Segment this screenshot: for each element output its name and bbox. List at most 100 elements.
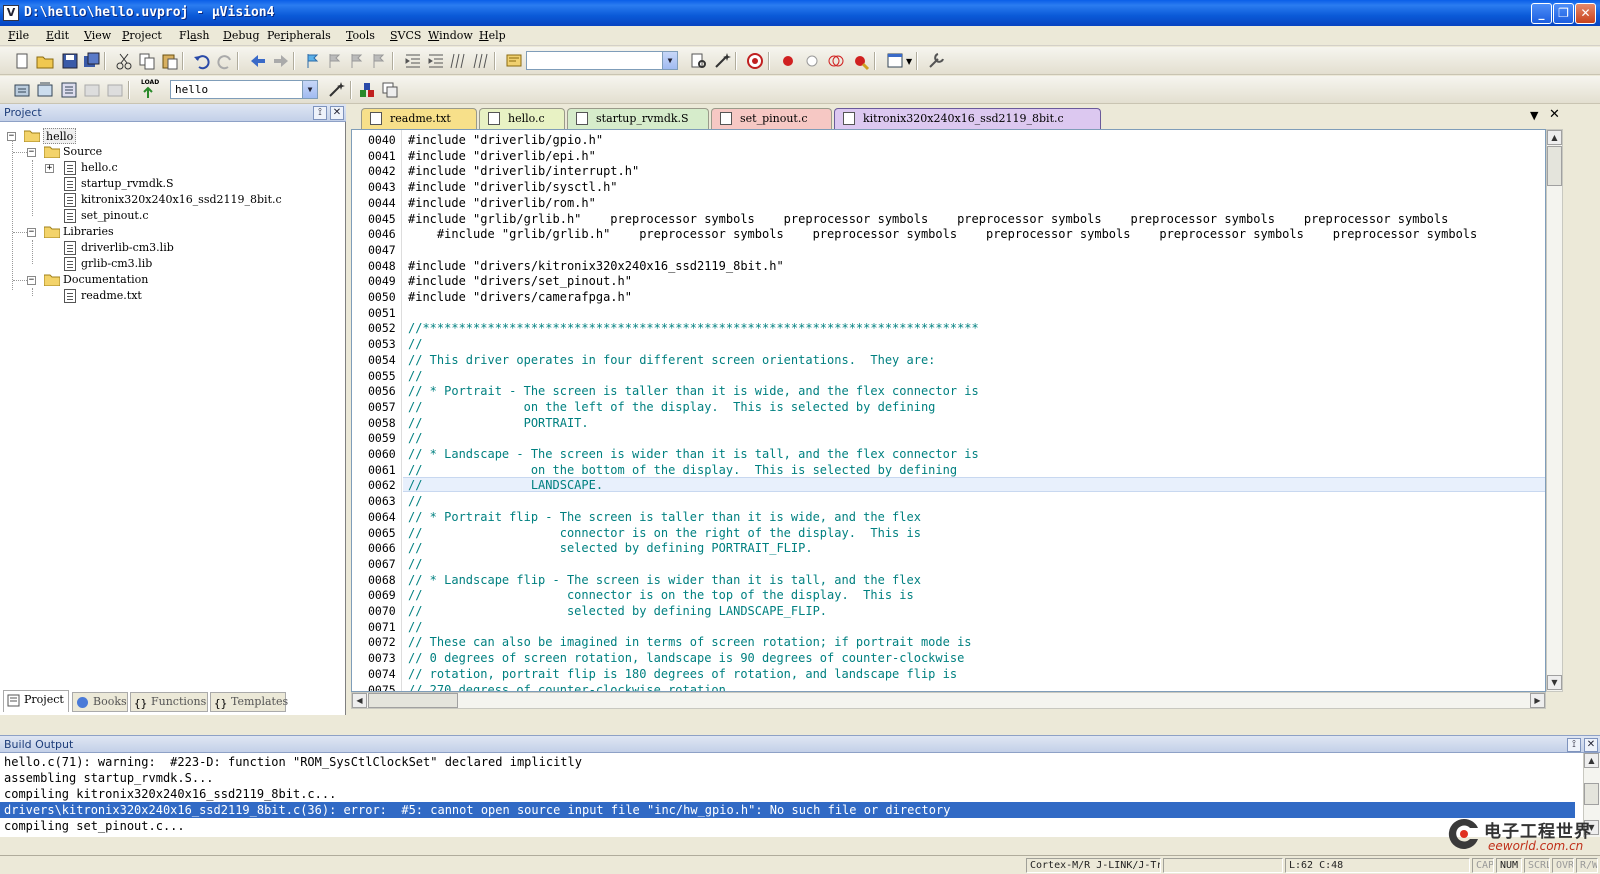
bookmark-toggle-icon[interactable] <box>303 51 323 71</box>
build-output-line[interactable]: compiling set_pinout.c... <box>4 818 1579 834</box>
close-tab-icon[interactable]: ✕ <box>1549 107 1560 122</box>
menu-project[interactable]: Project <box>122 29 162 42</box>
bookmark-prev-icon[interactable] <box>325 51 345 71</box>
editor-tab-readme-txt[interactable]: readme.txt <box>361 108 477 129</box>
scroll-down-icon[interactable]: ▼ <box>1547 675 1562 690</box>
build-output-line[interactable]: compiling kitronix320x240x16_ssd2119_8bi… <box>4 786 1579 802</box>
uncomment-icon[interactable] <box>471 51 491 71</box>
bottom-tab-books[interactable]: Books <box>72 692 128 712</box>
bottom-tab-project[interactable]: Project <box>3 690 69 712</box>
tree-group-libraries[interactable]: Libraries <box>63 224 114 240</box>
tree-file-driverlib-cm3-lib[interactable]: driverlib-cm3.lib <box>81 240 174 256</box>
build-output-line[interactable]: assembling startup_rvmdk.S... <box>4 770 1579 786</box>
bottom-tab-functions[interactable]: {} Functions <box>130 692 208 712</box>
paste-icon[interactable] <box>160 51 180 71</box>
find-combo[interactable]: ▼ <box>526 51 678 70</box>
hscroll-thumb[interactable] <box>368 693 458 708</box>
window-layout-icon[interactable] <box>886 51 906 71</box>
tree-file-grlib-cm3-lib[interactable]: grlib-cm3.lib <box>81 256 152 272</box>
scroll-right-icon[interactable]: ▶ <box>1530 693 1545 708</box>
editor-vertical-scrollbar[interactable]: ▲ ▼ <box>1546 129 1563 692</box>
scroll-thumb[interactable] <box>1547 146 1562 186</box>
save-all-icon[interactable] <box>82 51 102 71</box>
editor-tab-startup-rvmdk-s[interactable]: startup_rvmdk.S <box>567 108 709 129</box>
tree-file-set-pinout-c[interactable]: set_pinout.c <box>81 208 149 224</box>
menu-peripherals[interactable]: Peripherals <box>267 29 331 42</box>
find-icon[interactable] <box>689 51 709 71</box>
menu-window[interactable]: Window <box>428 29 473 42</box>
chevron-down-icon[interactable]: ▼ <box>302 81 317 98</box>
menu-flash[interactable]: Flash <box>179 29 209 42</box>
save-icon[interactable] <box>60 51 80 71</box>
tree-root-hello[interactable]: hello <box>43 128 77 144</box>
target-options-icon[interactable] <box>326 80 346 100</box>
menu-tools[interactable]: Tools <box>346 29 375 42</box>
menu-file[interactable]: File <box>8 29 29 42</box>
menu-debug[interactable]: Debug <box>223 29 260 42</box>
scroll-up-icon[interactable]: ▲ <box>1547 130 1562 145</box>
tree-group-documentation[interactable]: Documentation <box>63 272 148 288</box>
editor-tab-kitronix320x240x16-ssd2119-8bit-c[interactable]: kitronix320x240x16_ssd2119_8bit.c <box>834 108 1101 129</box>
tree-file-kitronix320x240x16-ssd2119-8bit-c[interactable]: kitronix320x240x16_ssd2119_8bit.c <box>81 192 282 208</box>
select-software-packs-icon[interactable] <box>380 80 400 100</box>
scroll-thumb[interactable] <box>1584 783 1599 805</box>
navigate-back-icon[interactable] <box>248 51 268 71</box>
close-button[interactable]: ✕ <box>1575 3 1596 24</box>
manage-components-icon[interactable] <box>357 80 377 100</box>
menu-view[interactable]: View <box>84 29 111 42</box>
copy-icon[interactable] <box>137 51 157 71</box>
bookmark-next-icon[interactable] <box>347 51 367 71</box>
undo-icon[interactable] <box>192 51 212 71</box>
insert-breakpoint-icon[interactable] <box>778 51 798 71</box>
tree-file-readme-txt[interactable]: readme.txt <box>81 288 142 304</box>
cut-icon[interactable] <box>114 51 134 71</box>
build-output-pane[interactable]: hello.c(71): warning: #223-D: function "… <box>0 753 1583 837</box>
disable-all-breakpoints-icon[interactable] <box>826 51 846 71</box>
enable-breakpoint-icon[interactable] <box>802 51 822 71</box>
code-editor[interactable]: 0040 0041 0042 0043 0044 0045 0046 0047 0048 0049… <box>351 129 1546 692</box>
editor-tab-hello-c[interactable]: hello.c <box>479 108 565 129</box>
scroll-up-icon[interactable]: ▲ <box>1584 753 1599 768</box>
minimize-button[interactable]: _ <box>1531 3 1552 24</box>
uvision-app-icon[interactable]: V <box>3 5 19 21</box>
bottom-tab-templates[interactable]: {} Templates <box>210 692 288 712</box>
expand-toggle-icon[interactable]: + <box>45 164 54 173</box>
title-bar[interactable]: V D:\hello\hello.uvproj - µVision4 _ ❐ ✕ <box>0 0 1600 26</box>
target-select[interactable]: hello ▼ <box>170 80 318 99</box>
editor-horizontal-scrollbar[interactable]: ◀ ▶ <box>351 692 1546 709</box>
expand-toggle-icon[interactable]: − <box>27 228 36 237</box>
start-debug-icon[interactable] <box>745 51 765 71</box>
indent-icon[interactable] <box>403 51 423 71</box>
find-in-files-icon[interactable] <box>504 51 524 71</box>
tree-group-source[interactable]: Source <box>63 144 102 160</box>
stop-build-icon[interactable] <box>105 80 125 100</box>
expand-toggle-icon[interactable]: − <box>27 148 36 157</box>
unindent-icon[interactable] <box>426 51 446 71</box>
rebuild-icon[interactable] <box>59 80 79 100</box>
tab-list-dropdown-icon[interactable]: ▼ <box>1530 109 1538 122</box>
pin-icon[interactable]: ⟟ <box>313 106 327 120</box>
batch-build-icon[interactable] <box>82 80 102 100</box>
close-panel-icon[interactable]: ✕ <box>330 106 344 120</box>
kill-all-breakpoints-icon[interactable] <box>850 51 870 71</box>
new-file-icon[interactable] <box>12 51 32 71</box>
menu-edit[interactable]: Edit <box>46 29 69 42</box>
close-panel-icon[interactable]: ✕ <box>1584 738 1598 752</box>
build-icon[interactable] <box>35 80 55 100</box>
translate-icon[interactable] <box>12 80 32 100</box>
tree-file-startup-rvmdk-s[interactable]: startup_rvmdk.S <box>81 176 174 192</box>
maximize-button[interactable]: ❐ <box>1553 3 1574 24</box>
editor-tab-set-pinout-c[interactable]: set_pinout.c <box>711 108 832 129</box>
navigate-forward-icon[interactable] <box>271 51 291 71</box>
build-output-line[interactable]: hello.c(71): warning: #223-D: function "… <box>4 754 1579 770</box>
open-file-icon[interactable] <box>35 51 55 71</box>
expand-toggle-icon[interactable]: − <box>27 276 36 285</box>
redo-icon[interactable] <box>215 51 235 71</box>
comment-icon[interactable] <box>448 51 468 71</box>
build-error-line[interactable]: drivers\kitronix320x240x16_ssd2119_8bit.… <box>0 802 1575 818</box>
menu-svcs[interactable]: SVCS <box>390 29 421 42</box>
scroll-left-icon[interactable]: ◀ <box>352 693 367 708</box>
configure-icon[interactable] <box>926 51 946 71</box>
bookmark-clear-icon[interactable] <box>369 51 389 71</box>
chevron-down-icon[interactable]: ▼ <box>906 57 912 66</box>
